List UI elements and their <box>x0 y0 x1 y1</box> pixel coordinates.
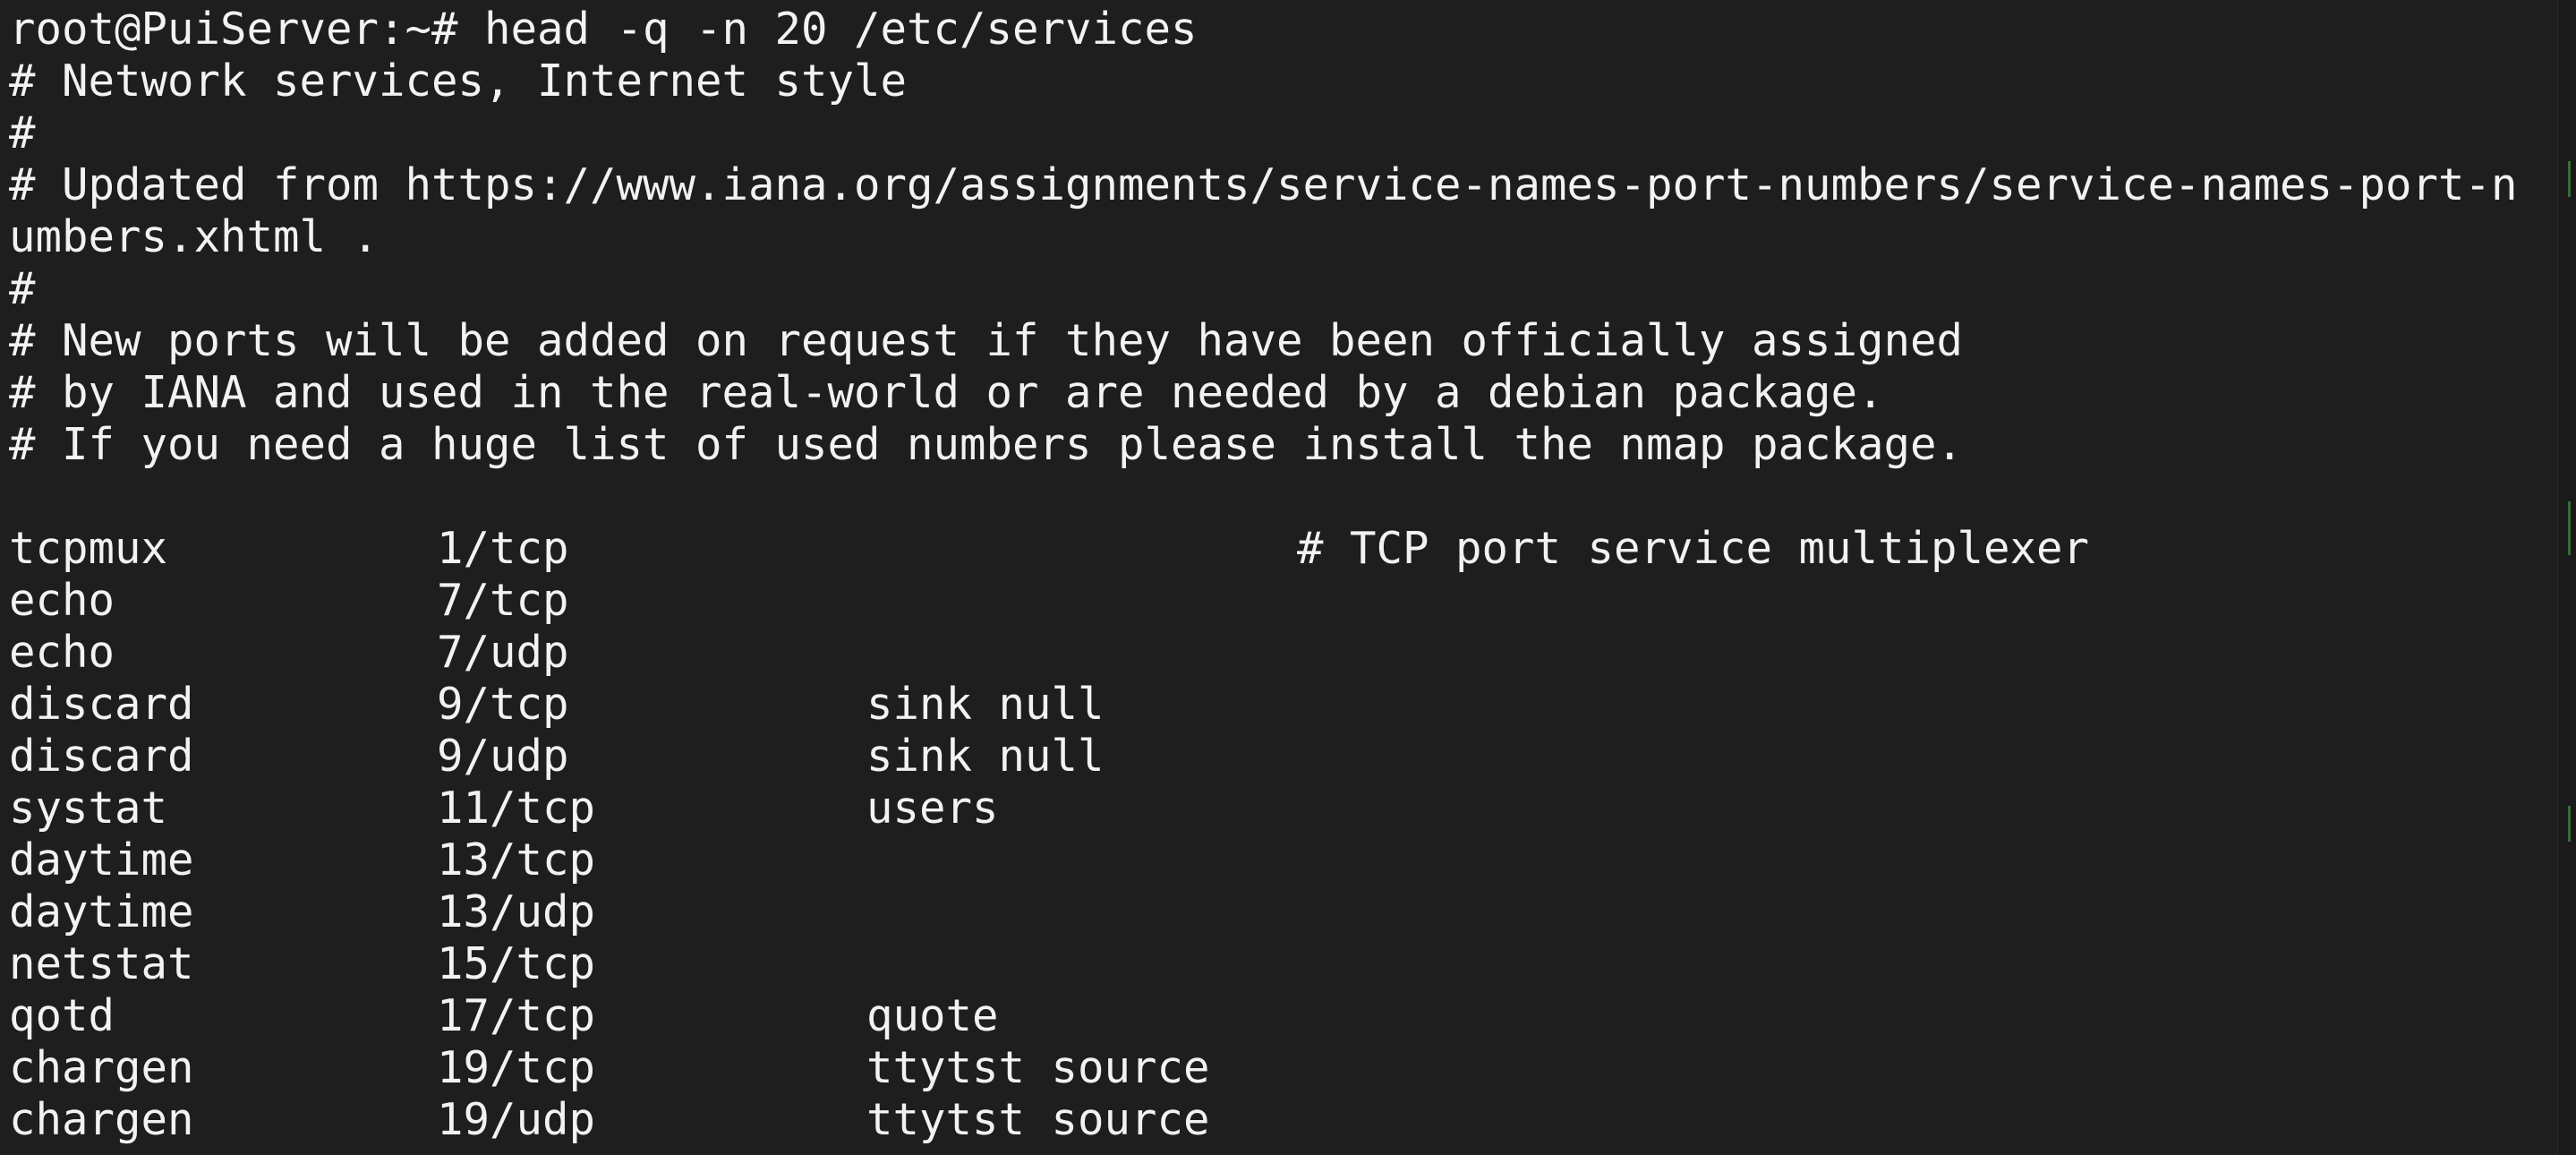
service-name: chargen <box>9 1094 194 1145</box>
service-port: 7/tcp <box>437 575 569 626</box>
service-name: discard <box>9 679 194 730</box>
service-entry-row: daytime 13/tcp <box>9 834 2576 886</box>
service-port: 19/tcp <box>437 1042 596 1093</box>
vertical-scrollbar[interactable] <box>2557 0 2576 1155</box>
service-name: systat <box>9 783 168 834</box>
service-port: 9/udp <box>437 731 569 782</box>
service-entry-row: discard 9/tcp sink null <box>9 679 2576 731</box>
service-port: 15/tcp <box>437 938 596 989</box>
service-name: qotd <box>9 990 115 1041</box>
prompt-command-line: root@PuiServer:~# head -q -n 20 /etc/ser… <box>9 4 1198 55</box>
service-entry-row: qotd 17/tcp quote <box>9 990 2576 1042</box>
scroll-marker <box>2568 161 2571 197</box>
service-entry-row: chargen 19/udp ttytst source <box>9 1094 2576 1146</box>
service-port: 7/udp <box>437 627 569 678</box>
output-comment-line: # If you need a huge list of used number… <box>9 419 1964 470</box>
service-entry-row: tcpmux 1/tcp # TCP port service multiple… <box>9 523 2576 575</box>
service-name: daytime <box>9 886 194 937</box>
service-name: netstat <box>9 938 194 989</box>
output-comment-line: # Network services, Internet style <box>9 56 908 107</box>
service-entry-row: daytime 13/udp <box>9 886 2576 938</box>
service-name: discard <box>9 731 194 782</box>
service-alias: sink null <box>866 731 1105 782</box>
service-name: echo <box>9 575 115 626</box>
service-entry-row: systat 11/tcp users <box>9 783 2576 834</box>
service-name: tcpmux <box>9 523 168 574</box>
output-comment-line: # <box>9 263 36 314</box>
service-port: 17/tcp <box>437 990 596 1041</box>
service-port: 13/udp <box>437 886 596 937</box>
service-port: 13/tcp <box>437 834 596 886</box>
scroll-marker <box>2568 806 2571 842</box>
service-name: daytime <box>9 834 194 886</box>
scroll-marker <box>2568 501 2571 555</box>
service-alias: ttytst source <box>866 1094 1210 1145</box>
service-entry-row: discard 9/udp sink null <box>9 731 2576 783</box>
output-comment-line: umbers.xhtml . <box>9 211 380 262</box>
service-entry-row: echo 7/tcp <box>9 575 2576 627</box>
output-comment-line: # <box>9 107 36 158</box>
service-alias: users <box>866 783 999 834</box>
service-comment: # TCP port service multiplexer <box>1297 523 2090 574</box>
service-name: chargen <box>9 1042 194 1093</box>
service-alias: ttytst source <box>866 1042 1210 1093</box>
service-port: 11/tcp <box>437 783 596 834</box>
service-entry-row: netstat 15/tcp <box>9 938 2576 990</box>
service-entry-row: echo 7/udp <box>9 627 2576 679</box>
service-port: 1/tcp <box>437 523 569 574</box>
terminal-window[interactable]: root@PuiServer:~# head -q -n 20 /etc/ser… <box>0 0 2576 1155</box>
output-comment-line: # New ports will be added on request if … <box>9 315 1964 366</box>
service-port: 19/udp <box>437 1094 596 1145</box>
service-port: 9/tcp <box>437 679 569 730</box>
output-comment-line: # Updated from https://www.iana.org/assi… <box>9 159 2518 210</box>
service-alias: sink null <box>866 679 1105 730</box>
output-comment-line: # by IANA and used in the real-world or … <box>9 367 1884 418</box>
service-entry-row: chargen 19/tcp ttytst source <box>9 1042 2576 1094</box>
service-alias: quote <box>866 990 999 1041</box>
service-name: echo <box>9 627 115 678</box>
